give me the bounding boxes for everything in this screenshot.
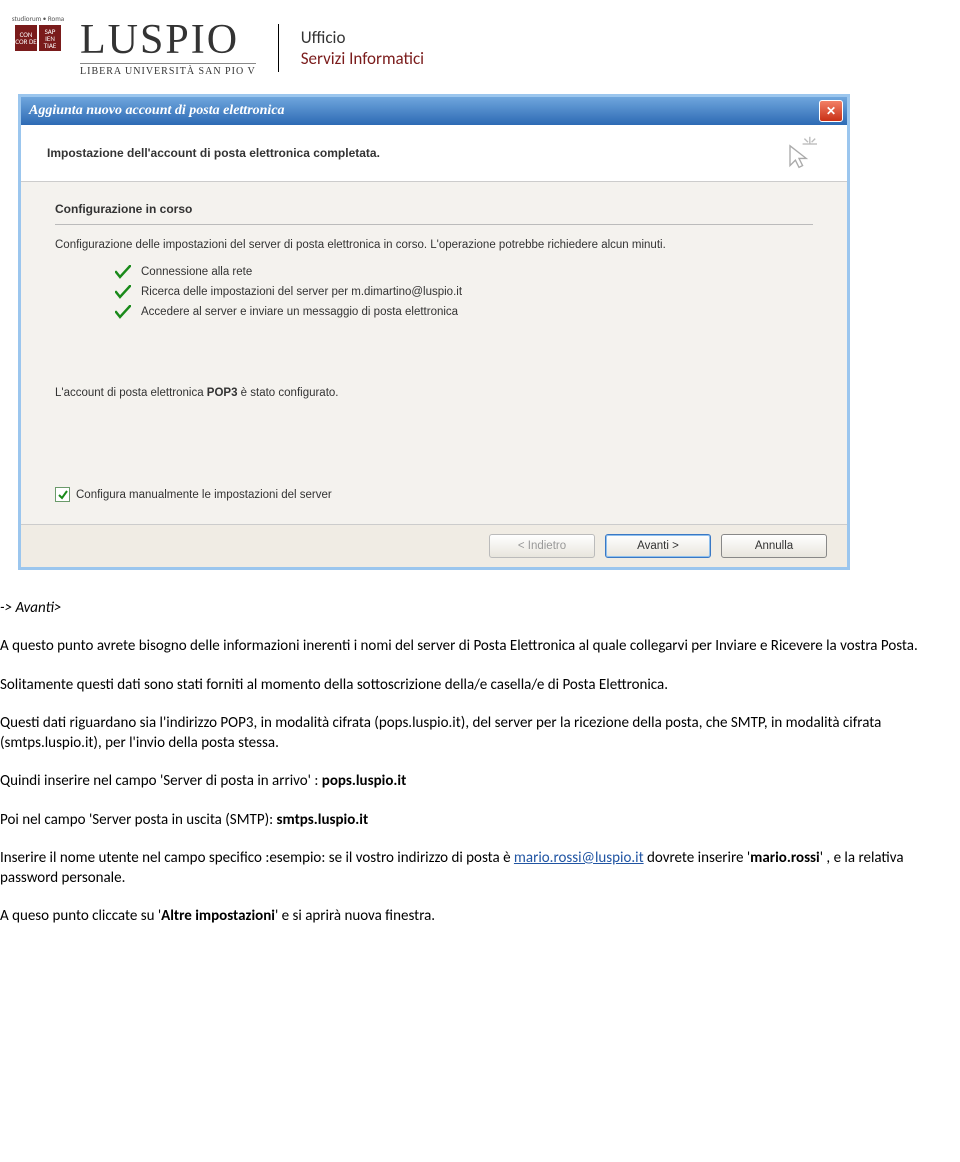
checkmark-icon [115,305,131,319]
p6-prefix: Inserire il nome utente nel campo specif… [0,849,514,867]
instruction-text-block: -> Avanti> A questo punto avrete bisogno… [0,570,960,927]
p4-prefix: Quindi inserire nel campo 'Server di pos… [0,772,322,790]
cancel-button-label: Annulla [755,540,793,552]
check-label-2: Accedere al server e inviare un messaggi… [141,306,458,318]
check-row-1: Ricerca delle impostazioni del server pe… [115,285,813,299]
paragraph-1: A questo punto avrete bisogno delle info… [0,636,942,656]
next-button[interactable]: Avanti > [605,534,711,558]
close-icon: ✕ [826,104,836,118]
paragraph-7: A queso punto cliccate su 'Altre imposta… [0,906,942,926]
seal-left-text: CON COR DE [15,25,37,51]
check-label-1: Ricerca delle impostazioni del server pe… [141,286,462,298]
p7-prefix: A queso punto cliccate su ' [0,907,161,925]
manual-config-row: Configura manualmente le impostazioni de… [55,487,813,502]
cancel-button[interactable]: Annulla [721,534,827,558]
email-wizard-dialog: Aggiunta nuovo account di posta elettron… [18,94,850,570]
office-line2: Servizi Informatici [301,48,424,69]
intro-text: Configurazione delle impostazioni del se… [55,239,813,251]
section-title: Configurazione in corso [55,202,813,216]
seal-arc-text: studiorum • Roma [12,14,64,23]
dialog-subheader: Impostazione dell'account di posta elett… [21,125,847,182]
seal-right-text: SAP IEN TIAE [39,25,61,51]
dialog-button-row: < Indietro Avanti > Annulla [21,524,847,567]
p7-suffix: ' e si aprirà nuova finestra. [275,907,435,925]
paragraph-3: Questi dati riguardano sia l'indirizzo P… [0,713,942,754]
brand-subtitle: LIBERA UNIVERSITÀ SAN PIO V [80,63,256,77]
vertical-divider [278,24,279,72]
dialog-body: Configurazione in corso Configurazione d… [21,182,847,516]
check-row-2: Accedere al server e inviare un messaggi… [115,305,813,319]
document-header: studiorum • Roma CON COR DE SAP IEN TIAE… [0,0,960,88]
configured-status: L'account di posta elettronica POP3 è st… [55,387,813,399]
paragraph-2: Solitamente questi dati sono stati forni… [0,675,942,695]
dialog-titlebar: Aggiunta nuovo account di posta elettron… [21,97,847,125]
brand-name: LUSPIO [80,19,256,61]
paragraph-6: Inserire il nome utente nel campo specif… [0,848,942,889]
p7-action: Altre impostazioni [161,907,275,925]
section-divider [55,224,813,225]
close-button[interactable]: ✕ [819,100,843,122]
configured-prefix: L'account di posta elettronica [55,387,207,399]
dialog-title: Aggiunta nuovo account di posta elettron… [29,103,285,119]
step-indicator: -> Avanti> [0,598,942,618]
office-block: Ufficio Servizi Informatici [301,27,424,69]
next-button-label: Avanti > [637,540,679,552]
check-row-0: Connessione alla rete [115,265,813,279]
p6-mid: dovrete inserire ' [644,849,751,867]
back-button-label: < Indietro [518,540,566,552]
configured-protocol: POP3 [207,387,238,399]
check-label-0: Connessione alla rete [141,266,252,278]
p5-value: smtps.luspio.it [277,811,369,829]
checkmark-icon [115,285,131,299]
back-button[interactable]: < Indietro [489,534,595,558]
checkmark-icon [115,265,131,279]
p4-value: pops.luspio.it [322,772,407,790]
subheader-text: Impostazione dell'account di posta elett… [47,146,380,160]
p6-username: mario.rossi [750,849,820,867]
p5-prefix: Poi nel campo 'Server posta in uscita (S… [0,811,277,829]
manual-config-checkbox[interactable] [55,487,70,502]
paragraph-5: Poi nel campo 'Server posta in uscita (S… [0,810,942,830]
brand-block: LUSPIO LIBERA UNIVERSITÀ SAN PIO V [80,19,256,77]
dialog-screenshot: Aggiunta nuovo account di posta elettron… [18,94,950,570]
paragraph-4: Quindi inserire nel campo 'Server di pos… [0,771,942,791]
cursor-sparkle-icon [781,135,817,171]
university-seal: studiorum • Roma CON COR DE SAP IEN TIAE [8,14,68,82]
configured-suffix: è stato configurato. [237,387,338,399]
office-line1: Ufficio [301,27,424,48]
manual-config-label: Configura manualmente le impostazioni de… [76,489,332,501]
p6-email-link: mario.rossi@luspio.it [514,849,644,867]
